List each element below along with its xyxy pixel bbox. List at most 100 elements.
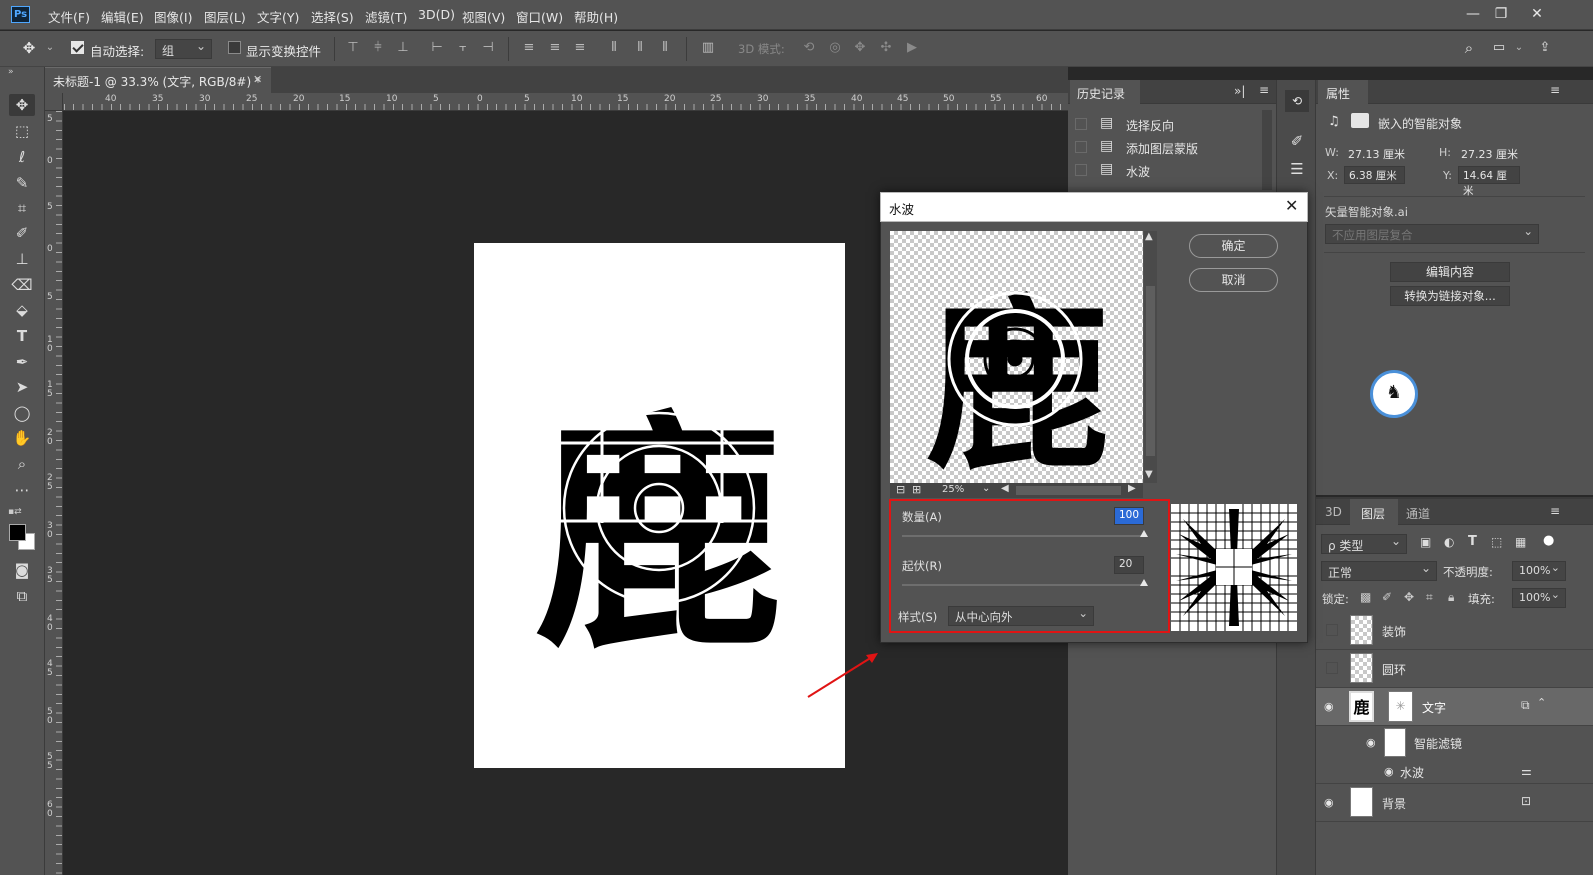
properties-tab[interactable]: 属性: [1326, 85, 1350, 102]
foreground-color-swatch[interactable]: [9, 524, 26, 541]
move-tool-icon[interactable]: ✥: [20, 39, 38, 57]
fill-field[interactable]: 100%: [1512, 588, 1566, 608]
close-window-button[interactable]: ✕: [1526, 4, 1548, 24]
paint-bucket-tool-icon[interactable]: ⬙: [9, 299, 35, 321]
menu-filter[interactable]: 滤镜(T): [365, 7, 407, 26]
preview-vscroll[interactable]: ▲ ▼: [1144, 231, 1157, 483]
3d-rotate-icon[interactable]: ⟲: [800, 39, 818, 57]
cancel-button[interactable]: 取消: [1189, 268, 1278, 292]
filter-type-icon[interactable]: T: [1468, 534, 1477, 549]
eye-icon[interactable]: ◉: [1324, 796, 1334, 809]
show-transform-checkbox[interactable]: [228, 41, 241, 54]
3d-pan-icon[interactable]: ✥: [851, 39, 869, 57]
distribute-hcenter-icon[interactable]: ⦀: [631, 39, 649, 57]
align-top-icon[interactable]: ⊤: [344, 39, 362, 57]
menu-file[interactable]: 文件(F): [48, 7, 90, 26]
menu-view[interactable]: 视图(V): [462, 7, 505, 26]
default-colors-icon[interactable]: ▪⇄: [8, 507, 22, 517]
distribute-top-icon[interactable]: ≡: [520, 39, 538, 57]
filter-preview[interactable]: 鹿: [890, 231, 1143, 483]
auto-align-icon[interactable]: ▥: [699, 39, 717, 57]
filter-name[interactable]: 水波: [1400, 764, 1424, 781]
ellipse-tool-icon[interactable]: ◯: [9, 402, 35, 424]
layer-visibility-empty[interactable]: [1326, 624, 1338, 636]
zoom-out-icon[interactable]: ⊟: [896, 483, 905, 496]
close-tab-icon[interactable]: ✕: [253, 73, 262, 86]
menu-image[interactable]: 图像(I): [154, 7, 192, 26]
lock-artboard-icon[interactable]: ⌗: [1426, 590, 1433, 605]
brush-tool-icon[interactable]: ✐: [9, 222, 35, 244]
history-snapshot-box[interactable]: [1075, 164, 1087, 176]
tab-layers[interactable]: 图层: [1361, 505, 1385, 522]
panel-menu-icon[interactable]: ≡: [1550, 83, 1560, 97]
scroll-left-icon[interactable]: ◀: [1001, 483, 1009, 494]
opacity-field[interactable]: 100%: [1512, 561, 1566, 581]
distribute-bottom-icon[interactable]: ≡: [571, 39, 589, 57]
collapse-chevron-icon[interactable]: ⌃: [1537, 696, 1546, 709]
quick-select-tool-icon[interactable]: ✎: [9, 172, 35, 194]
scroll-right-icon[interactable]: ▶: [1128, 483, 1136, 494]
convert-to-linked-button[interactable]: 转换为链接对象...: [1390, 286, 1510, 306]
layer-row[interactable]: ◉ 背景 ⊡: [1316, 784, 1593, 822]
eye-icon[interactable]: ◉: [1384, 765, 1394, 778]
3d-slide-icon[interactable]: ✣: [877, 39, 895, 57]
edit-contents-button[interactable]: 编辑内容: [1390, 262, 1510, 282]
zoom-tool-icon[interactable]: ⌕: [9, 453, 35, 475]
dialog-close-icon[interactable]: ✕: [1285, 196, 1298, 215]
zoom-chevron-icon[interactable]: ⌄: [982, 483, 990, 494]
distribute-right-icon[interactable]: ⦀: [656, 39, 674, 57]
filter-toggle-icon[interactable]: ●: [1543, 533, 1554, 548]
x-position-field[interactable]: 6.38 厘米: [1344, 166, 1405, 184]
layer-visibility-empty[interactable]: [1326, 662, 1338, 674]
history-tab[interactable]: 历史记录: [1077, 85, 1125, 102]
marquee-tool-icon[interactable]: ⬚: [9, 120, 35, 142]
tool-preset-chevron-icon[interactable]: ⌄: [41, 39, 59, 57]
smart-filter-mask-thumbnail[interactable]: [1384, 728, 1406, 757]
panel-menu-icon[interactable]: ≡: [1259, 83, 1269, 97]
path-select-tool-icon[interactable]: ➤: [9, 376, 35, 398]
history-scrollbar[interactable]: [1262, 110, 1272, 190]
filter-row[interactable]: ◉ 水波 ⚌: [1316, 760, 1593, 784]
align-right-icon[interactable]: ⊣: [479, 39, 497, 57]
height-value[interactable]: 27.23 厘米: [1461, 146, 1518, 162]
layer-filter-dropdown[interactable]: ρ 类型: [1321, 534, 1407, 554]
lock-pixels-icon[interactable]: ✐: [1382, 590, 1392, 604]
auto-select-checkbox[interactable]: [71, 41, 84, 54]
eraser-tool-icon[interactable]: ⌫: [9, 274, 35, 296]
zoom-level[interactable]: 25%: [942, 484, 964, 495]
3d-scale-icon[interactable]: ▶: [903, 39, 921, 57]
filter-adjustment-icon[interactable]: ◐: [1444, 535, 1454, 549]
history-item[interactable]: ▤ 选择反向: [1068, 113, 1276, 136]
quick-mask-icon[interactable]: ◙: [9, 559, 35, 581]
layer-row[interactable]: 圆环: [1316, 650, 1593, 688]
menu-type[interactable]: 文字(Y): [257, 7, 299, 26]
screen-mode-icon[interactable]: ⧉: [9, 585, 35, 607]
align-hcenter-icon[interactable]: ⫟: [454, 39, 472, 57]
tab-3d[interactable]: 3D: [1325, 505, 1342, 519]
auto-select-dropdown[interactable]: 组: [155, 39, 212, 59]
menu-window[interactable]: 窗口(W): [516, 7, 563, 26]
history-item[interactable]: ▤ 添加图层蒙版: [1068, 136, 1276, 159]
smart-filter-link-icon[interactable]: ⧉: [1521, 698, 1530, 713]
dialog-title-bar[interactable]: 水波 ✕: [880, 192, 1308, 222]
panel-menu-icon[interactable]: ≡: [1550, 504, 1560, 518]
history-panel-icon[interactable]: ⟲: [1285, 90, 1309, 112]
distribute-left-icon[interactable]: ⦀: [605, 39, 623, 57]
layer-name[interactable]: 背景: [1382, 795, 1406, 812]
scroll-up-icon[interactable]: ▲: [1145, 231, 1153, 242]
minimize-button[interactable]: —: [1462, 4, 1484, 24]
layer-row-selected[interactable]: ◉ 鹿 ✳ 文字 ⧉ ⌃: [1316, 688, 1593, 726]
stamp-tool-icon[interactable]: ⊥: [9, 248, 35, 270]
layer-comp-dropdown[interactable]: 不应用图层复合: [1325, 224, 1539, 244]
panel-expand-icon[interactable]: »|: [1234, 84, 1245, 98]
layer-row[interactable]: 装饰: [1316, 612, 1593, 650]
menu-3d[interactable]: 3D(D): [418, 7, 455, 22]
align-left-icon[interactable]: ⊢: [428, 39, 446, 57]
history-snapshot-box[interactable]: [1075, 141, 1087, 153]
scroll-thumb[interactable]: [1146, 286, 1155, 456]
tab-channels[interactable]: 通道: [1406, 505, 1430, 522]
eye-icon[interactable]: ◉: [1324, 700, 1334, 713]
type-tool-icon[interactable]: T: [9, 325, 35, 347]
lock-all-icon[interactable]: 🔒︎: [1448, 590, 1454, 605]
lock-position-icon[interactable]: ✥: [1404, 590, 1414, 604]
